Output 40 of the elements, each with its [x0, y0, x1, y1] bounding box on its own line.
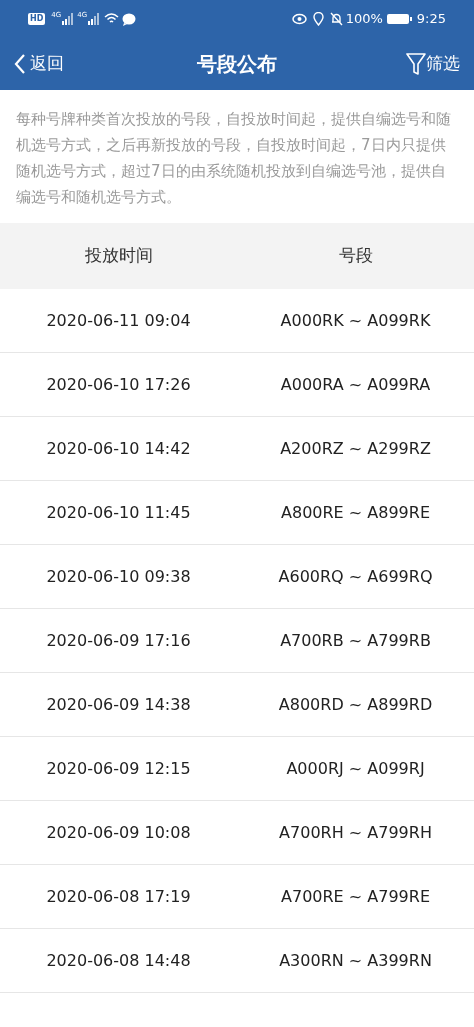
- hd-label: HD: [28, 13, 46, 25]
- location-icon: [312, 12, 324, 26]
- table-cell-text: A200RZ ~ A299RZ: [279, 437, 432, 460]
- table-cell-text: 2020-06-08 17:19: [45, 885, 192, 908]
- column-header: 投放时间: [83, 244, 154, 268]
- table-cell-text: A700RH ~ A799RH: [278, 821, 433, 844]
- column-header: 号段: [337, 244, 374, 268]
- back-button[interactable]: 返回: [14, 51, 104, 77]
- eye-icon: [291, 13, 307, 25]
- table-cell-text: A700RE ~ A799RE: [280, 885, 431, 908]
- clock-time: 9:25: [416, 10, 446, 29]
- table-cell-text: 2020-06-10 17:26: [45, 373, 192, 396]
- back-chevron-icon: [14, 53, 26, 75]
- table-cell-text: 2020-06-10 11:45: [45, 501, 192, 524]
- page-title: 号段公布: [196, 51, 278, 78]
- battery-icon: [386, 13, 413, 25]
- wifi-icon: [104, 13, 120, 25]
- table-cell-text: 2020-06-09 10:08: [45, 821, 192, 844]
- table-cell-text: 2020-06-10 09:38: [45, 565, 192, 588]
- table-cell-text: A700RB ~ A799RB: [279, 629, 432, 652]
- battery-percentage: 100%: [345, 10, 383, 29]
- signal-icon: [87, 13, 100, 25]
- funnel-icon: [406, 52, 426, 76]
- table-cell-text: 2020-06-11 09:04: [45, 309, 192, 332]
- table-cell-text: A000RA ~ A099RA: [279, 373, 432, 396]
- chat-icon: [122, 12, 137, 26]
- signal-icon: [61, 13, 74, 25]
- table-cell-text: A000RK ~ A099RK: [279, 309, 432, 332]
- table-cell-text: 2020-06-09 12:15: [45, 757, 192, 780]
- table-cell-text: A000RJ ~ A099RJ: [285, 757, 426, 780]
- filter-button[interactable]: 筛选: [370, 51, 460, 77]
- table-cell-text: 2020-06-09 14:38: [45, 693, 192, 716]
- table-cell-text: 2020-06-09 17:16: [45, 629, 192, 652]
- table-cell-text: A800RD ~ A899RD: [277, 693, 434, 716]
- table-cell-text: A800RE ~ A899RE: [280, 501, 431, 524]
- table-cell-text: A600RQ ~ A699RQ: [277, 565, 434, 588]
- table-cell-text: 2020-06-10 14:42: [45, 437, 192, 460]
- table-cell-text: A300RN ~ A399RN: [278, 949, 433, 972]
- bell-muted-icon: [329, 12, 343, 26]
- table-cell-text: 2020-06-08 14:48: [45, 949, 192, 972]
